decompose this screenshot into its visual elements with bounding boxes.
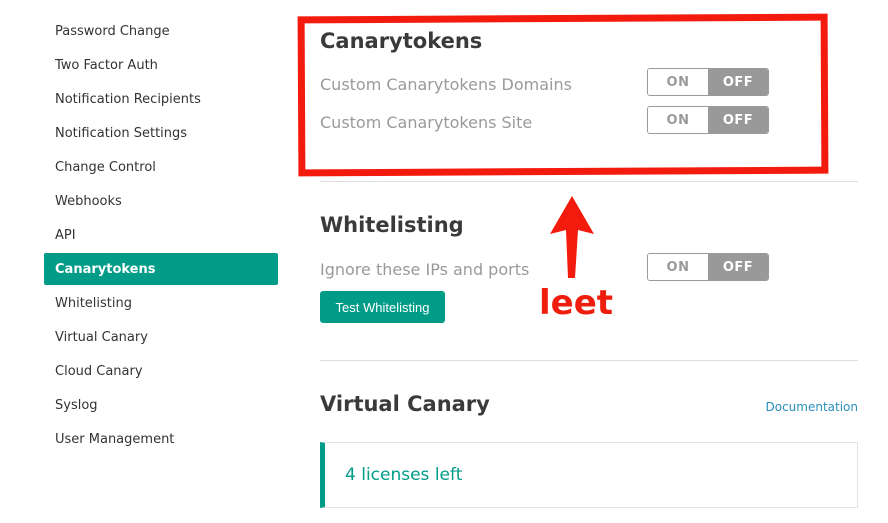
sidebar-item-user-management[interactable]: User Management xyxy=(44,423,278,455)
licenses-panel: 4 licenses left xyxy=(320,442,858,508)
ignore-ips-toggle[interactable]: ON OFF xyxy=(647,253,769,281)
sidebar-item-password-change[interactable]: Password Change xyxy=(44,15,278,47)
sidebar-item-cloud-canary[interactable]: Cloud Canary xyxy=(44,355,278,387)
whitelisting-title: Whitelisting xyxy=(320,213,464,237)
test-whitelisting-button[interactable]: Test Whitelisting xyxy=(320,291,445,323)
sidebar-item-webhooks[interactable]: Webhooks xyxy=(44,185,278,217)
licenses-left-text: 4 licenses left xyxy=(345,465,463,485)
sidebar-item-api[interactable]: API xyxy=(44,219,278,251)
settings-sidebar: Password Change Two Factor Auth Notifica… xyxy=(44,15,278,457)
sidebar-item-canarytokens[interactable]: Canarytokens xyxy=(44,253,278,285)
settings-main: Canarytokens Custom Canarytokens Domains… xyxy=(320,0,858,523)
toggle-on-option[interactable]: ON xyxy=(648,69,708,95)
documentation-link[interactable]: Documentation xyxy=(765,400,858,414)
virtual-canary-title: Virtual Canary xyxy=(320,392,490,416)
sidebar-item-notification-recipients[interactable]: Notification Recipients xyxy=(44,83,278,115)
sidebar-item-notification-settings[interactable]: Notification Settings xyxy=(44,117,278,149)
custom-site-toggle[interactable]: ON OFF xyxy=(647,106,769,134)
toggle-off-option[interactable]: OFF xyxy=(708,254,768,280)
toggle-on-option[interactable]: ON xyxy=(648,254,708,280)
section-divider xyxy=(320,181,858,182)
sidebar-item-change-control[interactable]: Change Control xyxy=(44,151,278,183)
toggle-on-option[interactable]: ON xyxy=(648,107,708,133)
ignore-ips-label: Ignore these IPs and ports xyxy=(320,260,530,279)
sidebar-item-syslog[interactable]: Syslog xyxy=(44,389,278,421)
canarytokens-title: Canarytokens xyxy=(320,29,483,53)
sidebar-item-whitelisting[interactable]: Whitelisting xyxy=(44,287,278,319)
custom-domains-label: Custom Canarytokens Domains xyxy=(320,75,572,94)
sidebar-item-virtual-canary[interactable]: Virtual Canary xyxy=(44,321,278,353)
custom-site-label: Custom Canarytokens Site xyxy=(320,113,533,132)
custom-domains-toggle[interactable]: ON OFF xyxy=(647,68,769,96)
toggle-off-option[interactable]: OFF xyxy=(708,107,768,133)
toggle-off-option[interactable]: OFF xyxy=(708,69,768,95)
section-divider xyxy=(320,360,858,361)
sidebar-item-two-factor-auth[interactable]: Two Factor Auth xyxy=(44,49,278,81)
